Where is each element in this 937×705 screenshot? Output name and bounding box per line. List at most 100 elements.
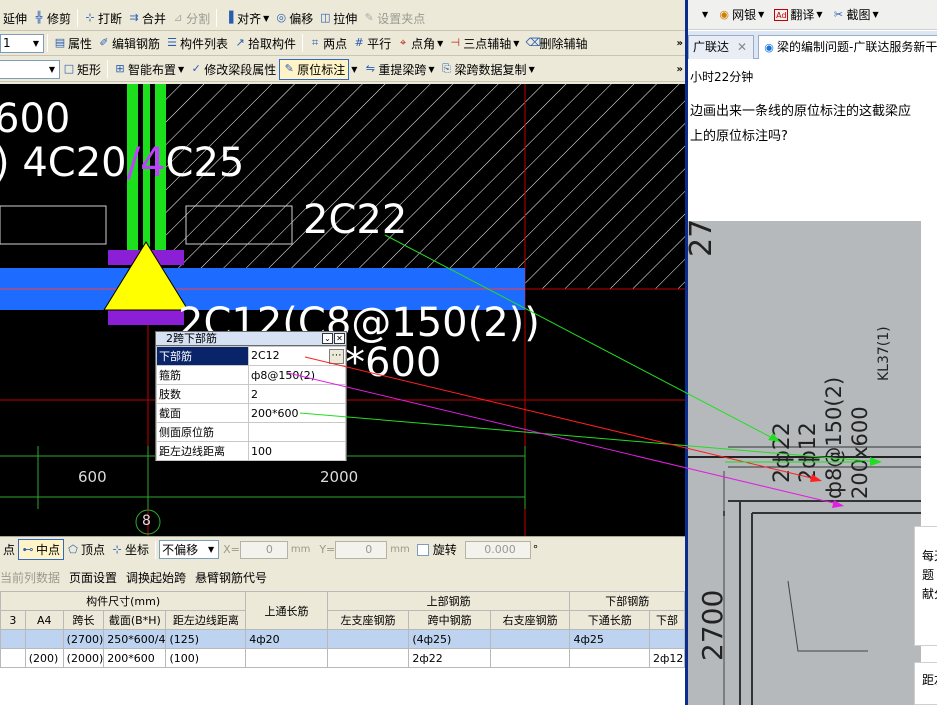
- property-row[interactable]: 箍筋 ф8@150(2): [156, 365, 346, 385]
- smart-layout-button[interactable]: ⊞ 智能布置 ▼: [111, 59, 187, 80]
- cantilever-code-menu-item[interactable]: 悬臂钢筋代号: [195, 569, 267, 586]
- column-header[interactable]: 左支座钢筋: [326, 610, 410, 630]
- close-icon[interactable]: ✕: [334, 333, 345, 344]
- break-button[interactable]: ⊹ 打断: [81, 8, 125, 29]
- online-bank-button[interactable]: ◉ 网银: [718, 6, 756, 23]
- canvas-label-2c22[interactable]: 2C22: [303, 197, 407, 243]
- chevron-down-icon[interactable]: ▼: [351, 65, 357, 74]
- table-cell[interactable]: [24, 629, 64, 649]
- snap-midpoint-button[interactable]: ⊷ 中点: [18, 539, 65, 560]
- y-offset-input[interactable]: 0: [335, 540, 388, 559]
- translate-button[interactable]: Ad 翻译: [774, 6, 814, 23]
- overflow-chevron-icon[interactable]: »: [677, 64, 683, 75]
- split-button[interactable]: ⊿ 分割: [169, 8, 213, 29]
- span-data-grid[interactable]: 构件尺寸(mm) 上通长筋 上部钢筋 下部钢筋 3 A4 跨长 截面(B*H) …: [0, 591, 685, 705]
- drawing-photo[interactable]: 2700 KL37(1) 2ф22 2ф12 ф8@150(2) 200x600…: [688, 221, 921, 705]
- table-cell[interactable]: [569, 648, 650, 668]
- side-promo-card[interactable]: 每天 题 献分: [914, 526, 937, 646]
- tab-beam-question[interactable]: ◉ 梁的编制问题-广联达服务新干: [758, 35, 937, 59]
- in-situ-label-button[interactable]: ✎ 原位标注: [279, 58, 350, 80]
- rotate-input[interactable]: 0.000: [464, 540, 531, 559]
- table-cell[interactable]: (2700): [62, 629, 105, 649]
- table-cell[interactable]: [489, 648, 571, 668]
- align-button[interactable]: ▐ 对齐 ▼: [220, 8, 272, 29]
- column-header[interactable]: 3: [0, 610, 26, 630]
- legs-input[interactable]: 2: [248, 384, 346, 404]
- rectangle-button[interactable]: □ 矩形: [60, 59, 104, 80]
- overflow-chevron-icon[interactable]: »: [677, 38, 683, 49]
- collapse-icon[interactable]: ⌄: [322, 333, 333, 344]
- column-header[interactable]: 下通长筋: [569, 610, 650, 630]
- properties-button[interactable]: ▤ 属性: [51, 33, 95, 54]
- column-header[interactable]: A4: [24, 610, 64, 630]
- section-input[interactable]: 200*600: [248, 403, 346, 423]
- delete-axis-button[interactable]: ⌫ 删除辅轴: [522, 33, 590, 54]
- property-row[interactable]: 肢数 2: [156, 384, 346, 404]
- stirrup-input[interactable]: ф8@150(2): [248, 365, 346, 385]
- close-icon[interactable]: ✕: [737, 36, 747, 58]
- table-cell[interactable]: (125): [165, 629, 247, 649]
- table-cell[interactable]: 250*600/4: [103, 629, 167, 649]
- table-cell[interactable]: [489, 629, 571, 649]
- bottom-rebar-input[interactable]: 2C12 ⋯: [248, 346, 346, 366]
- table-cell[interactable]: 4ф20: [245, 629, 328, 649]
- property-row[interactable]: 截面 200*600: [156, 403, 346, 423]
- edit-rebar-button[interactable]: ✐ 编辑钢筋: [95, 33, 163, 54]
- snap-vertex-button[interactable]: ⬠ 顶点: [64, 539, 108, 560]
- component-list-button[interactable]: ☰ 构件列表: [163, 33, 231, 54]
- re-extract-span-button[interactable]: ⇋ 重提梁跨 ▼: [361, 59, 437, 80]
- table-cell[interactable]: 200*600: [103, 648, 167, 668]
- left-distance-input[interactable]: 100: [248, 441, 346, 461]
- side-rebar-input[interactable]: [248, 422, 346, 442]
- three-point-axis-button[interactable]: ⊣ 三点辅轴 ▼: [446, 33, 522, 54]
- property-row[interactable]: 侧面原位筋: [156, 422, 346, 442]
- table-cell[interactable]: [648, 629, 685, 649]
- chevron-down-icon[interactable]: ▼: [758, 10, 764, 19]
- snap-point-button[interactable]: 点: [0, 539, 18, 560]
- screenshot-button[interactable]: ✂ 截图: [833, 6, 871, 23]
- column-header[interactable]: 距左边线距离: [165, 610, 247, 630]
- table-cell[interactable]: 2ф12: [648, 648, 685, 668]
- column-header[interactable]: 跨中钢筋: [408, 610, 491, 630]
- table-cell[interactable]: [326, 629, 410, 649]
- page-setup-menu-item[interactable]: 页面设置: [69, 569, 117, 586]
- modify-segment-button[interactable]: ✓ 修改梁段属性: [187, 59, 279, 80]
- panel-title-bar[interactable]: 2跨下部筋 ⌄ ✕: [156, 332, 346, 346]
- table-cell[interactable]: [326, 648, 410, 668]
- copy-column-menu-item[interactable]: 当前列数据: [0, 569, 60, 586]
- canvas-label-section[interactable]: *600: [345, 340, 441, 386]
- column-header[interactable]: 跨长: [62, 610, 105, 630]
- extend-button[interactable]: 延伸: [0, 8, 30, 29]
- x-offset-input[interactable]: 0: [239, 540, 288, 559]
- chevron-down-icon[interactable]: ▼: [702, 10, 708, 19]
- table-cell[interactable]: (100): [165, 648, 247, 668]
- snap-coord-button[interactable]: ⊹ 坐标: [108, 539, 152, 560]
- trim-button[interactable]: ╬ 修剪: [30, 8, 74, 29]
- table-cell[interactable]: (2000): [62, 648, 105, 668]
- table-row[interactable]: (2700) 250*600/4 (125) 4ф20 (4ф25) 4ф25: [0, 629, 685, 649]
- parallel-button[interactable]: # 平行: [350, 33, 394, 54]
- table-cell[interactable]: (200): [24, 648, 64, 668]
- table-cell[interactable]: 2ф22: [408, 648, 491, 668]
- table-cell[interactable]: (4ф25): [408, 629, 491, 649]
- swap-start-span-menu-item[interactable]: 调换起始跨: [126, 569, 186, 586]
- column-header[interactable]: 下部: [648, 610, 685, 630]
- set-grip-button[interactable]: ✎ 设置夹点: [360, 8, 428, 29]
- offset-mode-select[interactable]: 不偏移 ▼: [159, 540, 220, 559]
- table-cell[interactable]: [0, 629, 26, 649]
- pick-component-button[interactable]: ↗ 拾取构件: [231, 33, 299, 54]
- tab-glodon[interactable]: 广联达 ✕: [688, 35, 754, 59]
- span-property-panel[interactable]: 2跨下部筋 ⌄ ✕ 下部筋 2C12 ⋯ 箍筋 ф8@150(2) 肢数 2 截面 200…: [155, 331, 347, 461]
- merge-button[interactable]: ⇉ 合并: [125, 8, 169, 29]
- rotate-checkbox[interactable]: [416, 543, 429, 556]
- point-angle-button[interactable]: ⌖ 点角 ▼: [394, 33, 446, 54]
- table-cell[interactable]: [0, 648, 26, 668]
- chevron-down-icon[interactable]: ▼: [873, 10, 879, 19]
- table-cell[interactable]: 4ф25: [569, 629, 650, 649]
- column-header[interactable]: 截面(B*H): [103, 610, 167, 630]
- draw-mode-select[interactable]: ▼: [0, 59, 60, 79]
- table-row[interactable]: (200) (2000) 200*600 (100) 2ф22 2ф12: [0, 648, 685, 668]
- column-header[interactable]: 右支座钢筋: [489, 610, 571, 630]
- offset-button[interactable]: ◎ 偏移: [272, 8, 316, 29]
- side-info-card[interactable]: 距左: [914, 662, 937, 705]
